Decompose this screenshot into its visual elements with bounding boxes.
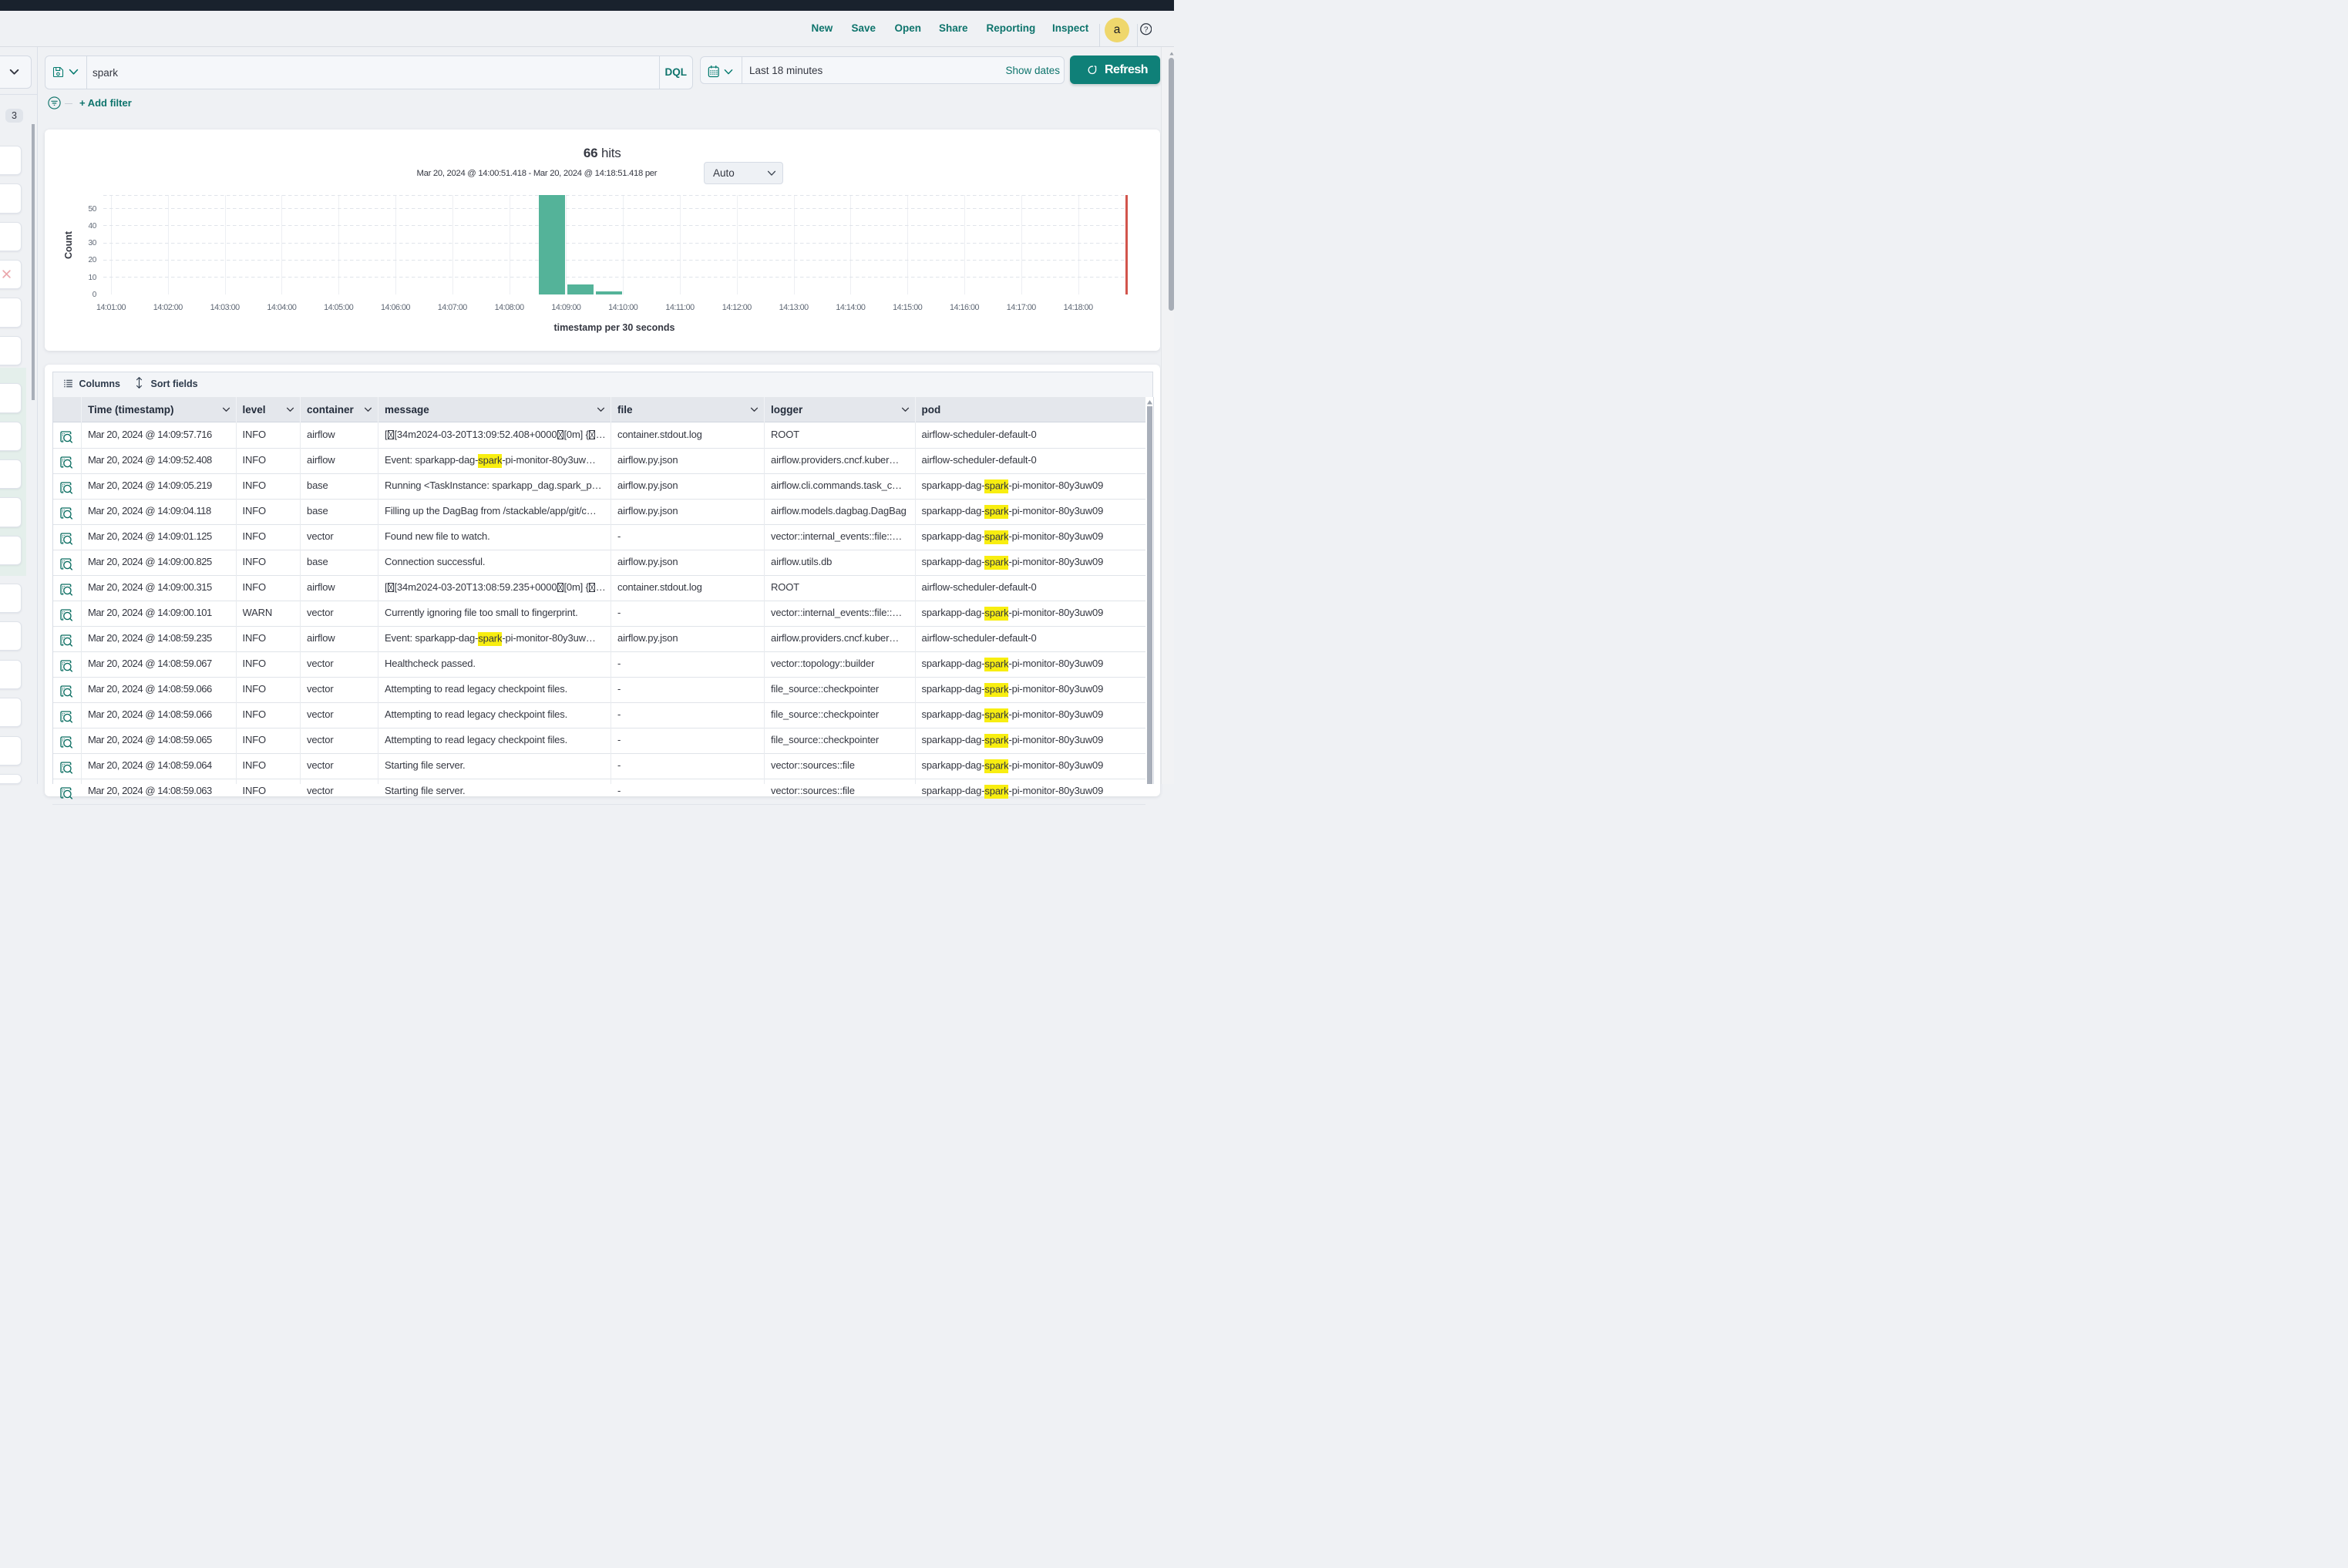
svg-text:?: ? [1143,25,1148,34]
